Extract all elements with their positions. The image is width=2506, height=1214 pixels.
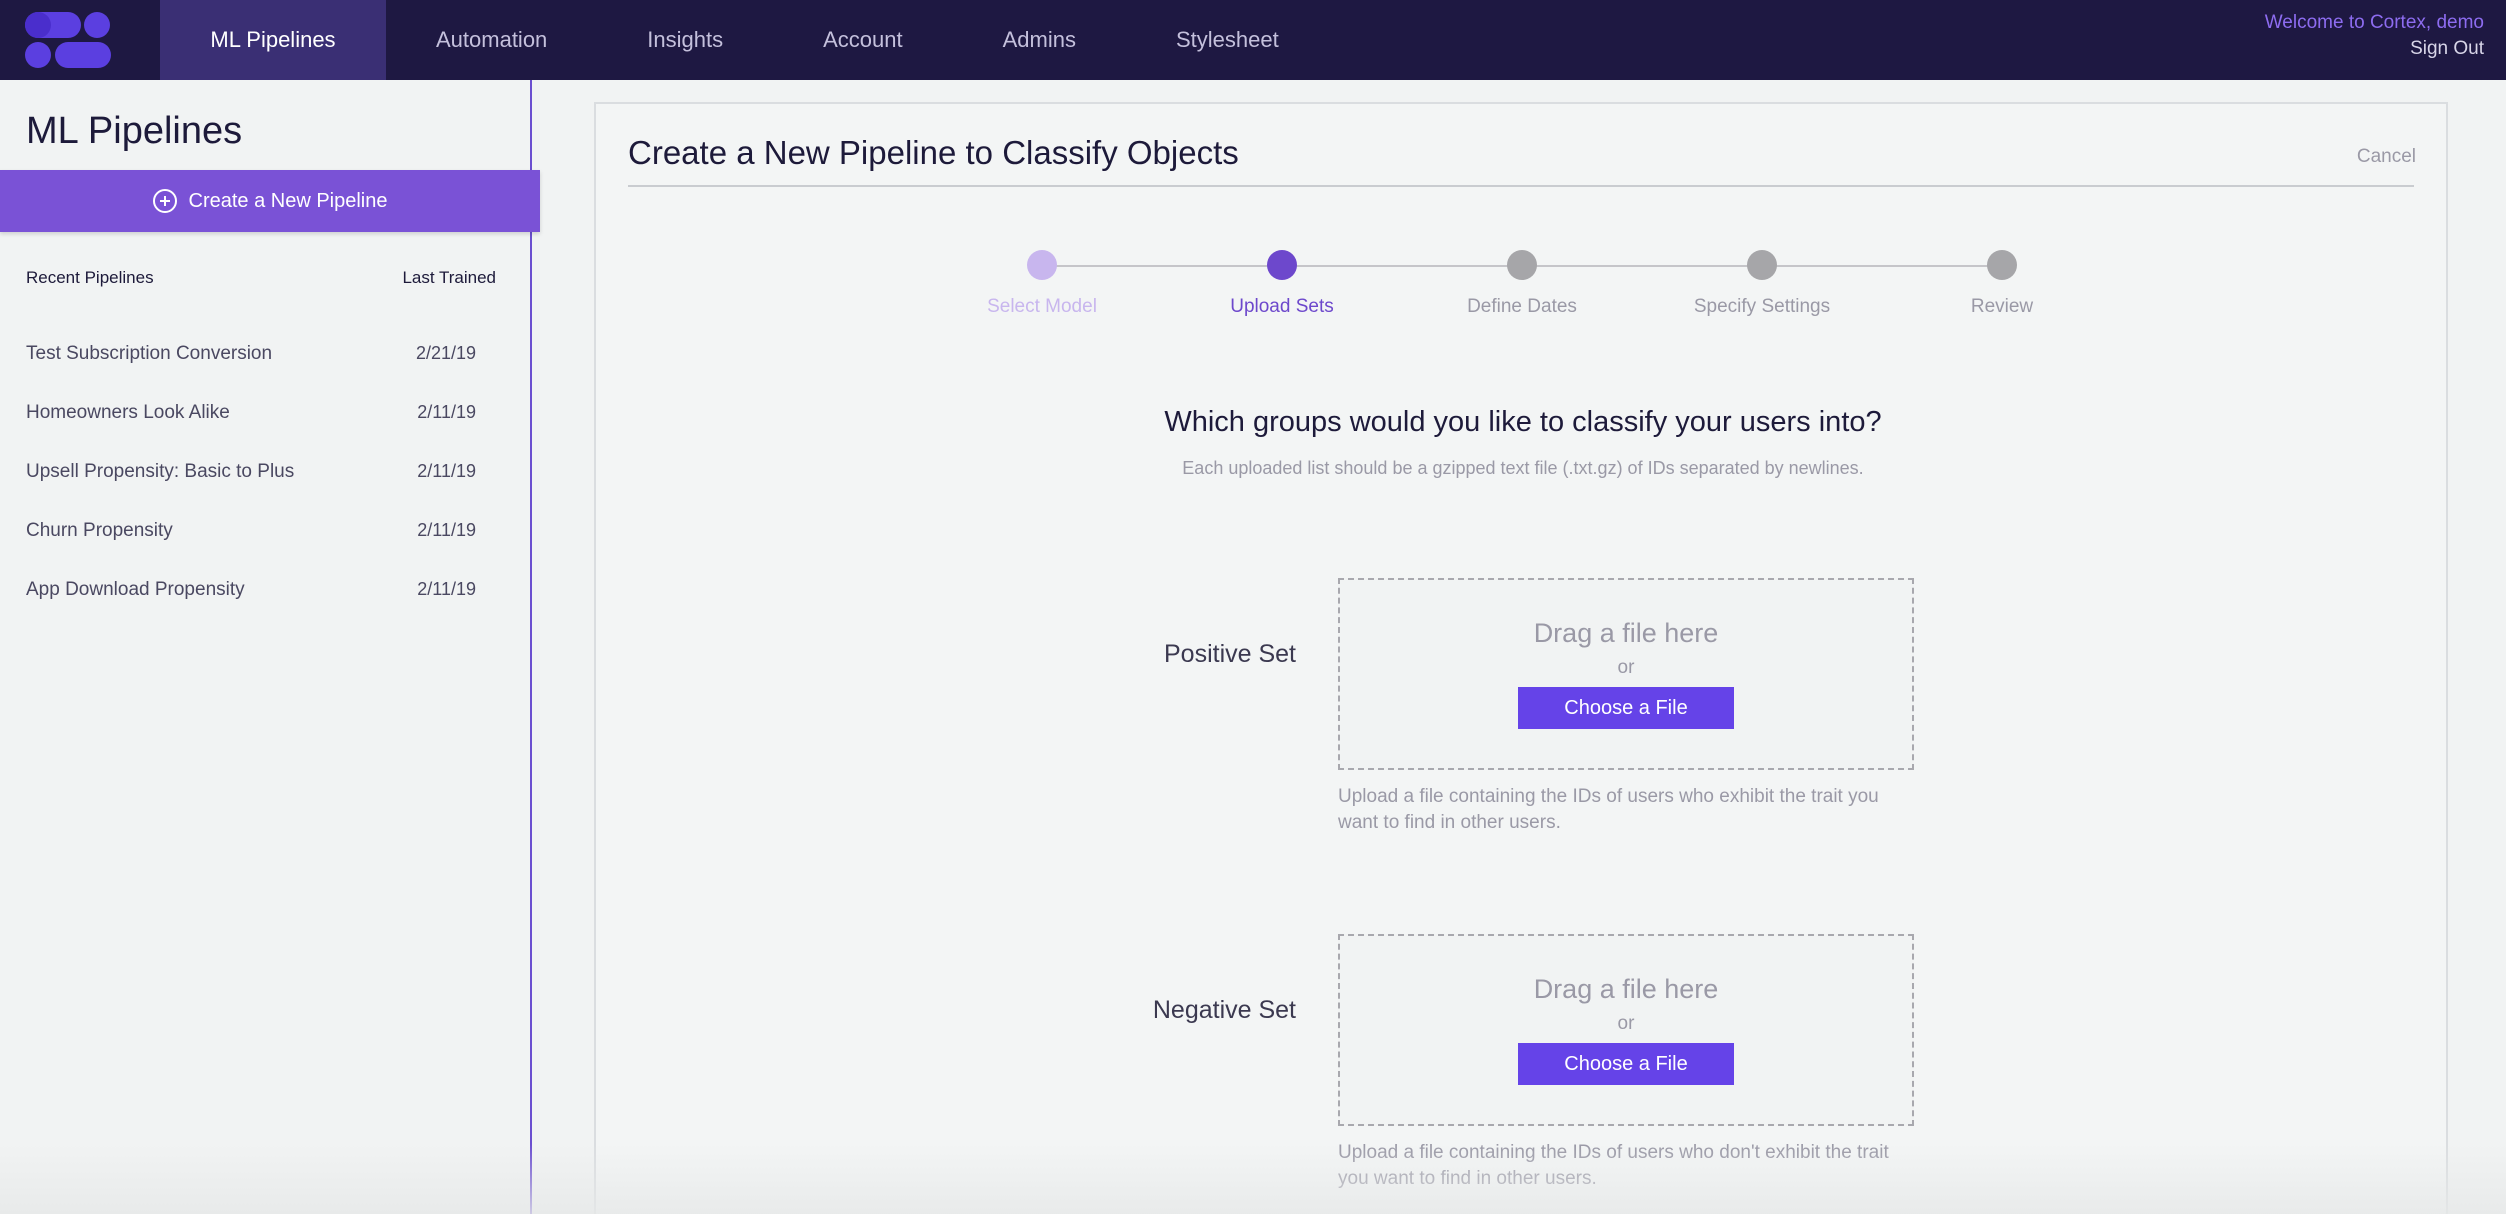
pipeline-name: App Download Propensity xyxy=(26,578,245,600)
pipeline-name: Test Subscription Conversion xyxy=(26,342,273,364)
step-review: Review xyxy=(1902,250,2102,318)
section-question: Which groups would you like to classify … xyxy=(1164,406,1882,438)
nav-ml-pipelines[interactable]: ML Pipelines xyxy=(160,0,386,80)
sign-out-link[interactable]: Sign Out xyxy=(2265,36,2484,62)
pipeline-row[interactable]: Churn Propensity 2/11/19 xyxy=(26,501,476,560)
nav-account[interactable]: Account xyxy=(773,0,953,80)
progress-stepper: Select Model Upload Sets Define Dates Sp… xyxy=(596,250,2450,330)
step-specify-settings: Specify Settings xyxy=(1662,250,1862,318)
positive-set-dropzone[interactable]: Drag a file here or Choose a File xyxy=(1338,578,1914,770)
pipeline-list: Test Subscription Conversion 2/21/19 Hom… xyxy=(26,324,476,619)
step-define-dates: Define Dates xyxy=(1422,250,1622,318)
title-divider xyxy=(628,185,2414,187)
step-upload-sets[interactable]: Upload Sets xyxy=(1182,250,1382,318)
last-trained-header: Last Trained xyxy=(402,268,496,287)
step-label: Specify Settings xyxy=(1693,296,1831,317)
sidebar: ML Pipelines Create a New Pipeline Recen… xyxy=(0,80,540,1214)
dropzone-or-text: or xyxy=(1617,1013,1635,1034)
sidebar-title: ML Pipelines xyxy=(26,110,243,152)
step-dot xyxy=(1267,250,1297,280)
step-label: Select Model xyxy=(987,296,1097,317)
create-pipeline-panel: Create a New Pipeline to Classify Object… xyxy=(594,102,2448,1214)
pipeline-row[interactable]: Test Subscription Conversion 2/21/19 xyxy=(26,324,476,383)
pipeline-date: 2/21/19 xyxy=(415,343,476,363)
nav-admins[interactable]: Admins xyxy=(953,0,1126,80)
user-menu: Welcome to Cortex, demo Sign Out xyxy=(2265,10,2484,62)
cortex-logo[interactable] xyxy=(0,0,160,80)
negative-set-label: Negative Set xyxy=(1152,996,1296,1024)
positive-set-help: Upload a file containing the IDs of user… xyxy=(1338,786,1879,833)
logo-icon xyxy=(25,12,111,68)
pipeline-date: 2/11/19 xyxy=(417,461,476,481)
plus-circle-icon xyxy=(152,189,177,213)
recent-pipelines-header: Recent Pipelines xyxy=(26,268,154,287)
nav-stylesheet[interactable]: Stylesheet xyxy=(1126,0,1329,80)
page-title: Create a New Pipeline to Classify Object… xyxy=(628,134,1239,171)
step-dot xyxy=(1747,250,1777,280)
step-label: Upload Sets xyxy=(1230,296,1334,317)
cancel-link[interactable]: Cancel xyxy=(2357,146,2416,168)
pipeline-name: Churn Propensity xyxy=(26,519,173,541)
negative-set-dropzone[interactable]: Drag a file here or Choose a File xyxy=(1338,934,1914,1126)
pipeline-date: 2/11/19 xyxy=(417,579,476,599)
top-navigation: ML Pipelines Automation Insights Account… xyxy=(0,0,2506,80)
pipeline-name: Upsell Propensity: Basic to Plus xyxy=(26,460,295,482)
negative-set-help: Upload a file containing the IDs of user… xyxy=(1338,1142,1889,1189)
section-hint: Each uploaded list should be a gzipped t… xyxy=(1182,458,1864,478)
step-dot xyxy=(1507,250,1537,280)
pipeline-row[interactable]: Homeowners Look Alike 2/11/19 xyxy=(26,383,476,442)
pipeline-date: 2/11/19 xyxy=(417,520,476,540)
positive-set-label: Positive Set xyxy=(1163,640,1296,668)
step-dot xyxy=(1987,250,2017,280)
create-pipeline-label: Create a New Pipeline xyxy=(188,189,388,212)
pipeline-list-header: Recent Pipelines Last Trained xyxy=(26,268,496,288)
dropzone-drag-text: Drag a file here xyxy=(1533,974,1719,1004)
pipeline-row[interactable]: App Download Propensity 2/11/19 xyxy=(26,560,476,619)
nav-automation[interactable]: Automation xyxy=(386,0,597,80)
negative-choose-file-button[interactable]: Choose a File xyxy=(1518,1043,1734,1085)
step-label: Review xyxy=(1970,296,2034,317)
positive-choose-file-button[interactable]: Choose a File xyxy=(1518,687,1734,729)
step-label: Define Dates xyxy=(1467,296,1577,317)
pipeline-row[interactable]: Upsell Propensity: Basic to Plus 2/11/19 xyxy=(26,442,476,501)
dropzone-drag-text: Drag a file here xyxy=(1533,618,1719,648)
step-select-model[interactable]: Select Model xyxy=(942,250,1142,318)
welcome-text: Welcome to Cortex, demo xyxy=(2264,12,2484,33)
create-pipeline-button[interactable]: Create a New Pipeline xyxy=(0,170,540,232)
nav-insights[interactable]: Insights xyxy=(597,0,773,80)
step-dot xyxy=(1027,250,1057,280)
dropzone-or-text: or xyxy=(1617,657,1635,678)
pipeline-date: 2/11/19 xyxy=(417,402,476,422)
pipeline-name: Homeowners Look Alike xyxy=(26,401,230,423)
